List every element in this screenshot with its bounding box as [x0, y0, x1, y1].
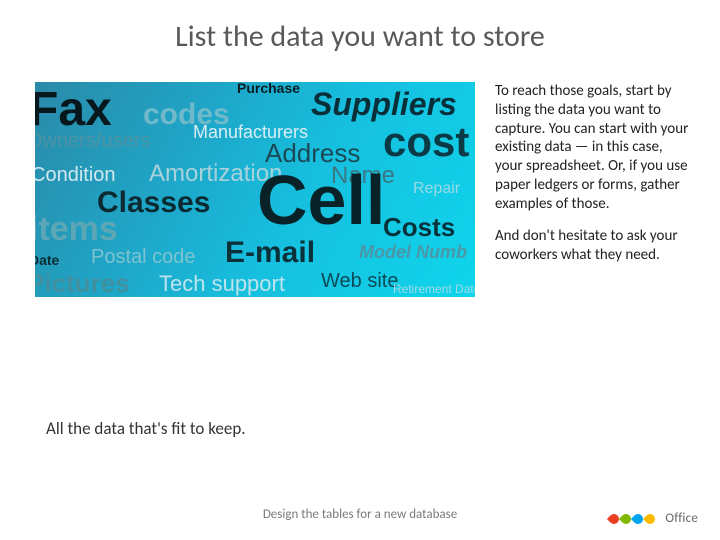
office-logo: Office [609, 511, 698, 526]
wc-website: Web site [321, 270, 398, 293]
wc-purchase: Purchase [237, 82, 300, 96]
wc-postal: Postal code [91, 246, 196, 269]
wc-pictures: Pictures [35, 268, 130, 297]
wc-repair: Repair [413, 180, 460, 198]
body-paragraph-2: And don't hesitate to ask your coworkers… [495, 227, 690, 265]
slide-title: List the data you want to store [0, 18, 720, 55]
wc-modelnum: Model Numb [359, 242, 467, 263]
wc-email: E-mail [225, 236, 315, 270]
wordcloud-image: Fax codes Purchase Suppliers Owners/user… [35, 82, 475, 297]
body-text-column: To reach those goals, start by listing t… [495, 82, 690, 279]
wc-cell: Cell [257, 160, 385, 240]
wc-costs: Costs [383, 212, 455, 243]
wc-retirement: Retirement Date [393, 282, 475, 296]
wc-techsupport: Tech support [159, 271, 285, 297]
wc-condition: Condition [35, 164, 116, 187]
wc-cost: cost [383, 118, 469, 166]
slide: List the data you want to store Fax code… [0, 0, 720, 540]
logo-text: Office [665, 511, 698, 526]
image-caption: All the data that's fit to keep. [46, 418, 246, 439]
wc-date: Date [35, 252, 59, 268]
wc-items: items [35, 210, 118, 249]
body-paragraph-1: To reach those goals, start by listing t… [495, 82, 690, 213]
wc-fax: Fax [35, 82, 112, 137]
logo-petal-icon [643, 511, 657, 525]
wc-owners: Owners/users [35, 130, 150, 153]
